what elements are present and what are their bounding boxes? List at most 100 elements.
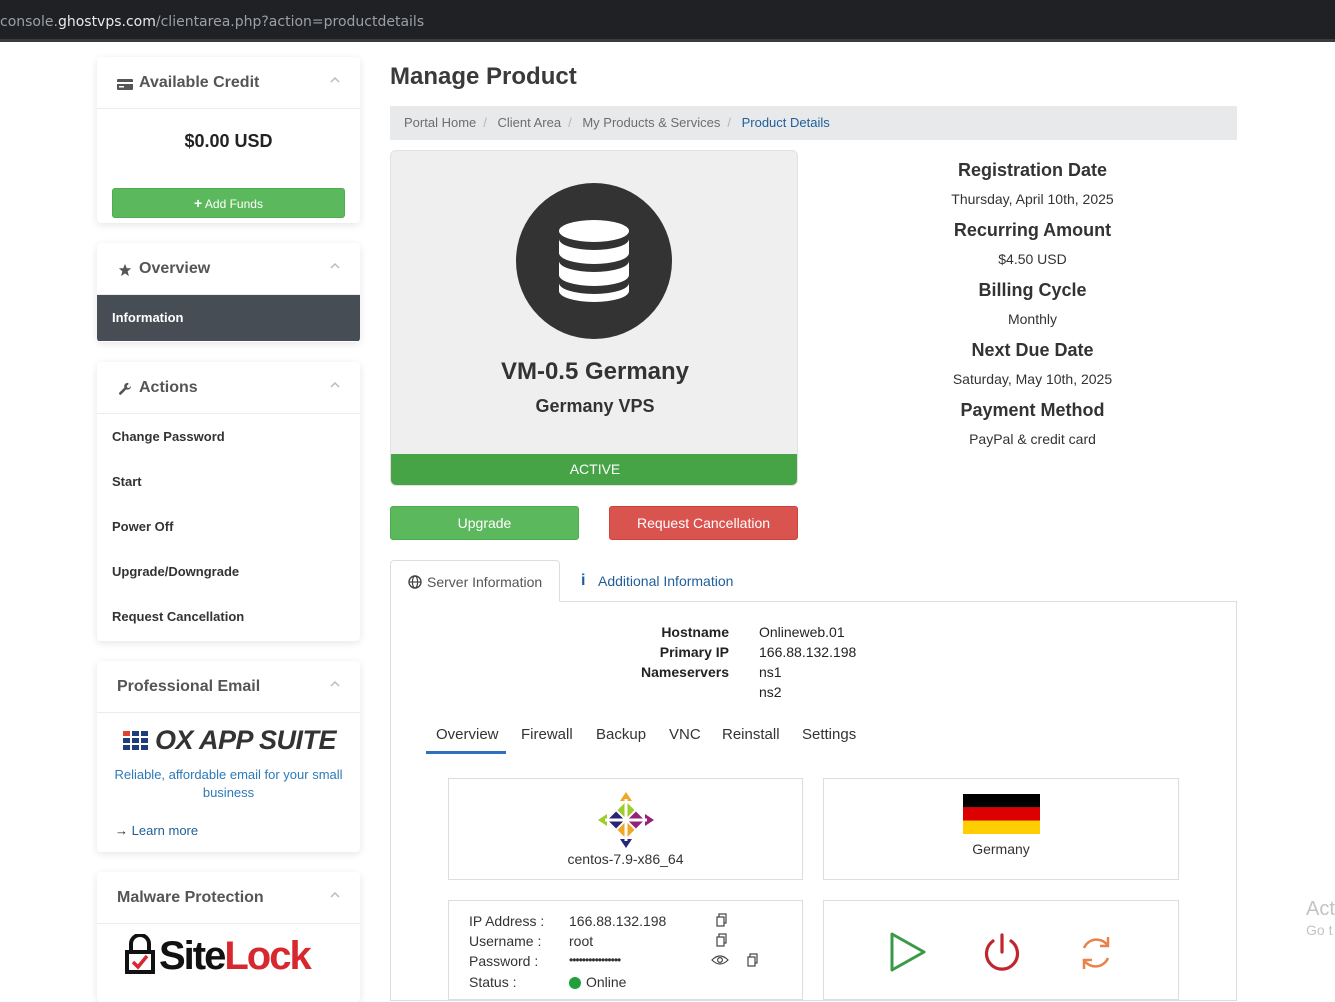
- upgrade-button[interactable]: Upgrade: [390, 506, 579, 540]
- request-cancellation-button[interactable]: Request Cancellation: [609, 506, 798, 540]
- chevron-up-icon[interactable]: [330, 890, 340, 900]
- globe-icon: [408, 575, 422, 589]
- plus-icon: +: [194, 195, 203, 211]
- online-status-dot: [569, 977, 581, 989]
- email-description: Reliable, affordable email for your smal…: [114, 767, 343, 800]
- chevron-up-icon[interactable]: [330, 75, 340, 85]
- sitelock-logo: SiteLock: [159, 934, 312, 978]
- hostname-value: Onlineweb.01: [759, 624, 845, 640]
- chevron-up-icon[interactable]: [330, 679, 340, 689]
- sidebar-item-information[interactable]: Information: [97, 295, 360, 341]
- billing-cycle-label: Billing Cycle: [978, 280, 1087, 300]
- ip-address-value: 166.88.132.198: [569, 913, 667, 929]
- billing-details: Registration Date Thursday, April 10th, …: [830, 159, 1235, 459]
- germany-flag-icon: [963, 794, 1040, 834]
- payment-method-label: Payment Method: [960, 400, 1105, 420]
- nameservers-label: Nameservers: [641, 664, 729, 680]
- url-text[interactable]: console.ghostvps.com/clientarea.php?acti…: [0, 14, 424, 30]
- power-off-icon[interactable]: [981, 932, 1023, 974]
- wrench-icon: [119, 382, 131, 395]
- page-title: Manage Product: [390, 63, 577, 90]
- sidebar-item-request-cancellation[interactable]: Request Cancellation: [97, 594, 360, 639]
- copy-icon[interactable]: [716, 933, 727, 947]
- browser-address-bar[interactable]: console.ghostvps.com/clientarea.php?acti…: [0, 0, 1335, 42]
- credentials-box: IP Address : 166.88.132.198 Username : r…: [448, 900, 803, 1000]
- breadcrumb: Portal Home / Client Area / My Products & …: [390, 106, 1237, 140]
- product-card: VM-0.5 Germany Germany VPS ACTIVE: [390, 150, 798, 486]
- restart-icon[interactable]: [1076, 932, 1116, 974]
- copy-icon[interactable]: [716, 913, 727, 927]
- subtab-settings[interactable]: Settings: [802, 726, 856, 743]
- chevron-up-icon[interactable]: [330, 380, 340, 390]
- learn-more-link[interactable]: → Learn more: [115, 823, 198, 838]
- sidebar-item-start[interactable]: Start: [97, 459, 360, 504]
- location-name: Germany: [972, 841, 1030, 857]
- credit-card-icon: [117, 79, 133, 90]
- centos-logo-icon: [598, 792, 654, 848]
- start-icon[interactable]: [889, 931, 927, 973]
- actions-panel-header[interactable]: Actions: [97, 362, 360, 414]
- password-value: ••••••••••••••••: [569, 953, 621, 967]
- primary-ip-value: 166.88.132.198: [759, 644, 857, 660]
- username-label: Username :: [469, 933, 542, 949]
- malware-panel: Malware Protection SiteLock: [97, 872, 360, 1002]
- breadcrumb-portal-home[interactable]: Portal Home: [404, 115, 476, 130]
- status-value: Online: [586, 974, 627, 990]
- next-due-date-value: Saturday, May 10th, 2025: [952, 371, 1113, 387]
- malware-panel-title: Malware Protection: [117, 889, 264, 906]
- email-panel-header[interactable]: Professional Email: [97, 661, 360, 713]
- sidebar-item-power-off[interactable]: Power Off: [97, 504, 360, 549]
- os-box: centos-7.9-x86_64: [448, 778, 803, 880]
- status-label: Status :: [469, 974, 517, 990]
- product-name: VM-0.5 Germany: [500, 358, 690, 385]
- subtab-vnc[interactable]: VNC: [669, 726, 701, 743]
- add-funds-button[interactable]: + Add Funds: [112, 188, 345, 218]
- database-icon: [516, 183, 672, 339]
- password-label: Password :: [469, 953, 539, 969]
- credit-panel-header[interactable]: Available Credit: [97, 57, 360, 109]
- windows-activation-watermark: Act: [1306, 898, 1335, 920]
- copy-icon[interactable]: [747, 953, 758, 967]
- hostname-label: Hostname: [661, 624, 729, 640]
- breadcrumb-client-area[interactable]: Client Area: [498, 115, 562, 130]
- eye-icon[interactable]: [711, 954, 729, 966]
- registration-date-value: Thursday, April 10th, 2025: [951, 191, 1114, 207]
- username-value: root: [569, 933, 594, 949]
- payment-method-value: PayPal & credit card: [969, 431, 1096, 447]
- tab-server-information[interactable]: Server Information: [390, 560, 560, 602]
- arrow-right-icon: →: [115, 823, 128, 838]
- overview-panel-title: Overview: [139, 260, 211, 277]
- overview-panel-header[interactable]: Overview: [97, 243, 360, 295]
- ox-app-suite-logo: OX APP SUITE: [155, 725, 337, 755]
- recurring-amount-value: $4.50 USD: [998, 251, 1067, 267]
- nameserver-1: ns1: [759, 664, 782, 680]
- subtab-reinstall[interactable]: Reinstall: [722, 726, 780, 743]
- malware-panel-header[interactable]: Malware Protection: [97, 872, 360, 924]
- chevron-up-icon[interactable]: [330, 261, 340, 271]
- email-panel: Professional Email OX APP SUITE Reliable…: [97, 661, 360, 852]
- star-icon: [118, 263, 132, 277]
- actions-panel: Actions Change Password Start Power Off …: [97, 362, 360, 641]
- power-controls-box: [823, 900, 1179, 1000]
- product-group: Germany VPS: [535, 396, 655, 416]
- credit-panel-title: Available Credit: [139, 74, 260, 91]
- breadcrumb-products[interactable]: My Products & Services: [582, 115, 720, 130]
- tab-additional-information[interactable]: i Additional Information: [570, 560, 733, 602]
- os-name: centos-7.9-x86_64: [567, 851, 684, 867]
- subtab-overview[interactable]: Overview: [436, 726, 499, 743]
- padlock-icon: [125, 934, 155, 974]
- breadcrumb-current: Product Details: [741, 115, 830, 130]
- subtab-firewall[interactable]: Firewall: [521, 726, 573, 743]
- subtab-backup[interactable]: Backup: [596, 726, 646, 743]
- sidebar-item-upgrade-downgrade[interactable]: Upgrade/Downgrade: [97, 549, 360, 594]
- credit-panel: Available Credit $0.00 USD + Add Funds: [97, 57, 360, 223]
- active-subtab-indicator: [426, 751, 506, 754]
- ox-grid-icon: [123, 731, 148, 750]
- location-box: Germany: [823, 778, 1179, 880]
- sidebar-item-change-password[interactable]: Change Password: [97, 414, 360, 459]
- next-due-date-label: Next Due Date: [971, 340, 1094, 360]
- billing-cycle-value: Monthly: [1007, 311, 1058, 327]
- overview-panel: Overview Information: [97, 243, 360, 342]
- recurring-amount-label: Recurring Amount: [953, 220, 1112, 240]
- info-icon: i: [581, 572, 586, 589]
